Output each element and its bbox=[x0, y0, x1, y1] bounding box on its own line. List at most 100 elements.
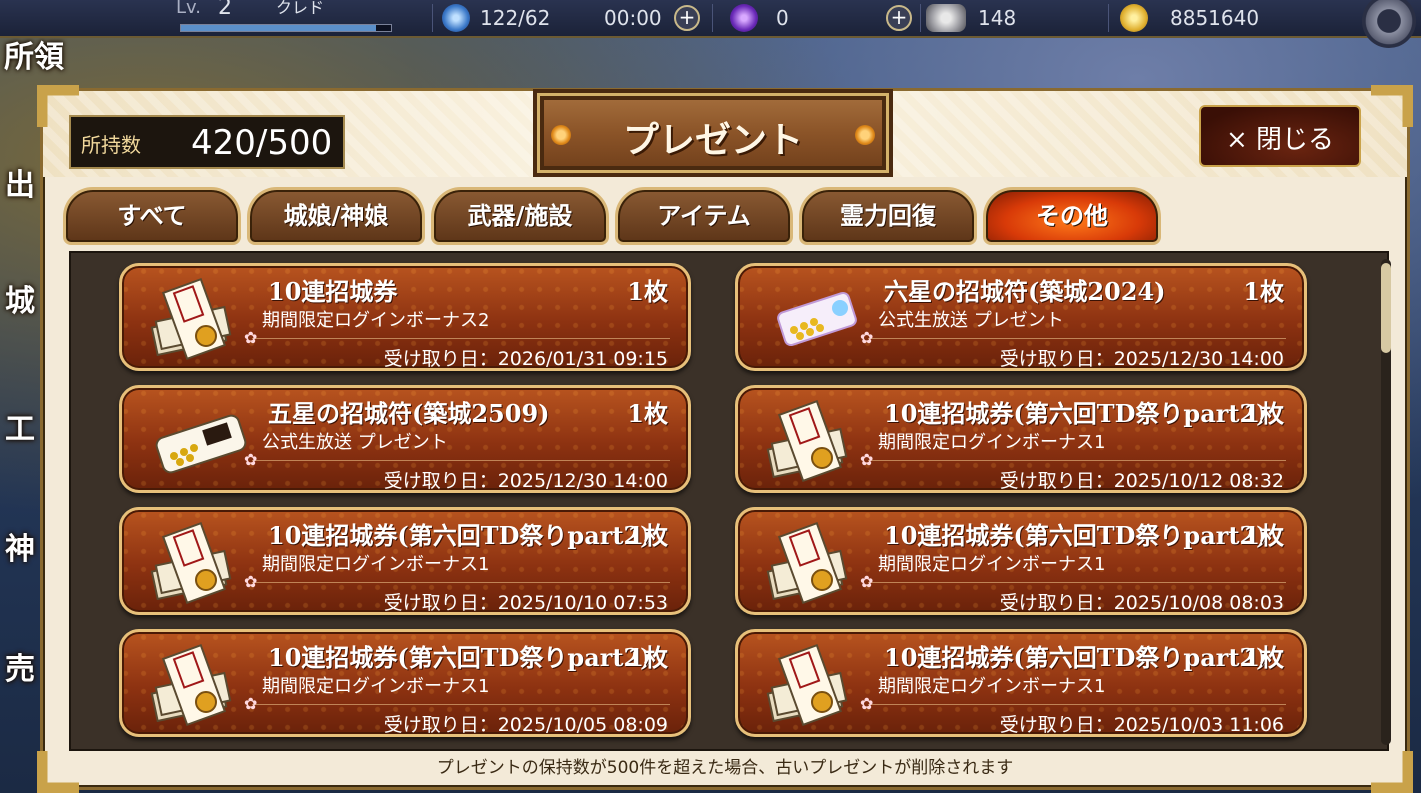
ticket-bundle-icon bbox=[144, 640, 254, 730]
player-name: クレド bbox=[276, 0, 325, 17]
received-date: 受け取り日：2025/10/05 08:09 bbox=[383, 714, 668, 736]
cherry-blossom-icon: ✿ bbox=[244, 694, 258, 713]
present-name: 六星の招城符(築城2024) bbox=[884, 277, 1166, 306]
cherry-blossom-icon: ✿ bbox=[860, 694, 874, 713]
divider bbox=[252, 704, 670, 705]
present-card[interactable]: 10連招城券(第六回TD祭りpart2) 1枚期間限定ログインボーナス1 ✿ 受け取り… bbox=[735, 629, 1307, 737]
present-quantity: 1枚 bbox=[627, 521, 668, 550]
present-quantity: 1枚 bbox=[627, 277, 668, 306]
purple-orb-icon bbox=[730, 4, 758, 32]
side-menu-god[interactable]: 神 bbox=[0, 520, 40, 580]
coin-box-icon bbox=[926, 4, 966, 32]
received-date: 受け取り日：2026/01/31 09:15 bbox=[383, 348, 668, 370]
received-date: 受け取り日：2025/10/08 08:03 bbox=[999, 592, 1284, 614]
present-quantity: 1枚 bbox=[627, 399, 668, 428]
tab-label: すべて bbox=[117, 201, 187, 230]
present-list[interactable]: 10連招城券 1枚 期間限定ログインボーナス2 ✿ 受け取り日：2026/01/31 0… bbox=[69, 251, 1391, 751]
divider bbox=[252, 582, 670, 583]
tab-castle-girls[interactable]: 城娘/神娘 bbox=[247, 187, 425, 245]
divider bbox=[252, 338, 670, 339]
present-card[interactable]: 10連招城券(第六回TD祭りpart2) 1枚 期間限定ログインボーナス1 ✿ 受け取り… bbox=[119, 507, 691, 615]
five-star-charm-icon bbox=[144, 396, 254, 486]
tab-spirit-recovery[interactable]: 霊力回復 bbox=[799, 187, 977, 245]
present-source: 期間限定ログインボーナス1 bbox=[878, 676, 1106, 697]
cherry-blossom-icon: ✿ bbox=[244, 572, 258, 591]
tab-label: 城娘/神娘 bbox=[283, 201, 389, 230]
present-name: 10連招城券(第六回TD祭りpart2) bbox=[884, 643, 1268, 672]
close-button[interactable]: × 閉じる bbox=[1199, 105, 1361, 167]
present-quantity: 1枚 bbox=[1243, 643, 1284, 672]
level-progress-fill bbox=[181, 25, 377, 31]
scrollbar-thumb[interactable] bbox=[1381, 263, 1391, 353]
side-menu-sortie[interactable]: 出 bbox=[0, 156, 40, 216]
tab-weapons[interactable]: 武器/施設 bbox=[431, 187, 609, 245]
present-card[interactable]: 10連招城券 1枚期間限定ログインボーナス2 ✿ 受け取り日：2026/01/31 0… bbox=[119, 263, 691, 371]
chrysanthemum-ornament-icon bbox=[855, 125, 875, 145]
present-dialog: 所持数 420/500 プレゼント × 閉じる すべて 城娘/神娘 武器/施設 … bbox=[37, 85, 1410, 790]
present-quantity: 1枚 bbox=[1243, 399, 1284, 428]
ticket-bundle-icon bbox=[760, 396, 870, 486]
present-card[interactable]: 10連招城券(第六回TD祭りpart2) 1枚 期間限定ログインボーナス1 ✿ 受け取り… bbox=[735, 385, 1307, 493]
level-progress-bar bbox=[180, 24, 392, 32]
side-menu-castle[interactable]: 城 bbox=[0, 272, 40, 332]
present-card[interactable]: 10連招城券(第六回TD祭りpart2) 1枚期間限定ログインボーナス1 ✿ 受け取り… bbox=[735, 507, 1307, 615]
present-card[interactable]: 10連招城券(第六回TD祭りpart2) 1枚期間限定ログインボーナス1 ✿ 受け取り… bbox=[119, 629, 691, 737]
present-name: 10連招城券 bbox=[268, 277, 398, 306]
divider bbox=[252, 460, 670, 461]
present-quantity: 1枚 bbox=[1243, 521, 1284, 550]
divider bbox=[868, 460, 1286, 461]
stamina-timer: 00:00 bbox=[604, 6, 662, 30]
present-source: 公式生放送 プレゼント bbox=[262, 432, 448, 453]
divider bbox=[712, 4, 713, 32]
received-date: 受け取り日：2025/12/30 14:00 bbox=[383, 470, 668, 492]
close-button-label: × 閉じる bbox=[1225, 125, 1335, 155]
category-tabs: すべて 城娘/神娘 武器/施設 アイテム 霊力回復 その他 bbox=[63, 187, 1163, 247]
side-menu-craft[interactable]: 工 bbox=[0, 400, 40, 460]
divider bbox=[1108, 4, 1109, 32]
present-quantity: 1枚 bbox=[627, 643, 668, 672]
ticket-bundle-icon bbox=[760, 518, 870, 608]
present-source: 期間限定ログインボーナス1 bbox=[262, 676, 490, 697]
tab-label: その他 bbox=[1036, 201, 1108, 230]
present-source: 期間限定ログインボーナス1 bbox=[878, 432, 1106, 453]
side-menu-sell[interactable]: 売 bbox=[0, 640, 40, 700]
tab-all[interactable]: すべて bbox=[63, 187, 241, 245]
divider bbox=[868, 338, 1286, 339]
gold-coin-icon bbox=[1120, 4, 1148, 32]
stamina-flame-icon bbox=[442, 4, 470, 32]
list-scrollbar[interactable] bbox=[1381, 259, 1391, 745]
cherry-blossom-icon: ✿ bbox=[860, 450, 874, 469]
divider bbox=[432, 4, 433, 32]
storage-limit-note: プレゼントの保持数が500件を超えた場合、古いプレゼントが削除されます bbox=[436, 758, 1014, 778]
present-card[interactable]: 六星の招城符(築城2024) 1枚 公式生放送 プレゼント ✿ 受け取り日：2025/1… bbox=[735, 263, 1307, 371]
gold-count: 8851640 bbox=[1170, 6, 1260, 30]
ticket-bundle-icon bbox=[760, 640, 870, 730]
cherry-blossom-icon: ✿ bbox=[860, 572, 874, 591]
tab-items[interactable]: アイテム bbox=[615, 187, 793, 245]
present-source: 期間限定ログインボーナス2 bbox=[262, 310, 490, 331]
received-date: 受け取り日：2025/12/30 14:00 bbox=[999, 348, 1284, 370]
divider bbox=[868, 704, 1286, 705]
received-date: 受け取り日：2025/10/12 08:32 bbox=[999, 470, 1284, 492]
present-card[interactable]: 五星の招城符(築城2509) 1枚 公式生放送 プレゼント ✿ 受け取り日：2025/1… bbox=[119, 385, 691, 493]
tab-label: 武器/施設 bbox=[467, 201, 573, 230]
divider bbox=[920, 4, 921, 32]
owned-count-label: 所持数 bbox=[81, 133, 141, 157]
present-source: 期間限定ログインボーナス1 bbox=[878, 554, 1106, 575]
tab-other[interactable]: その他 bbox=[983, 187, 1161, 245]
divider bbox=[868, 582, 1286, 583]
level-label: Lv. bbox=[176, 0, 202, 18]
cherry-blossom-icon: ✿ bbox=[244, 328, 258, 347]
received-date: 受け取り日：2025/10/10 07:53 bbox=[383, 592, 668, 614]
ticket-bundle-icon bbox=[144, 274, 254, 364]
stamina-value: 122/62 bbox=[480, 6, 551, 30]
add-orb-button[interactable]: + bbox=[886, 5, 912, 31]
present-name: 10連招城券(第六回TD祭りpart2) bbox=[884, 521, 1268, 550]
top-status-bar: Lv. 2 クレド 122/62 00:00 + 0 + 148 8851640 bbox=[0, 0, 1421, 48]
add-stamina-button[interactable]: + bbox=[674, 5, 700, 31]
level-value: 2 bbox=[218, 0, 232, 20]
tab-label: 霊力回復 bbox=[840, 201, 936, 230]
cherry-blossom-icon: ✿ bbox=[860, 328, 874, 347]
received-date: 受け取り日：2025/10/03 11:06 bbox=[999, 714, 1284, 736]
present-name: 10連招城券(第六回TD祭りpart2) bbox=[268, 643, 652, 672]
